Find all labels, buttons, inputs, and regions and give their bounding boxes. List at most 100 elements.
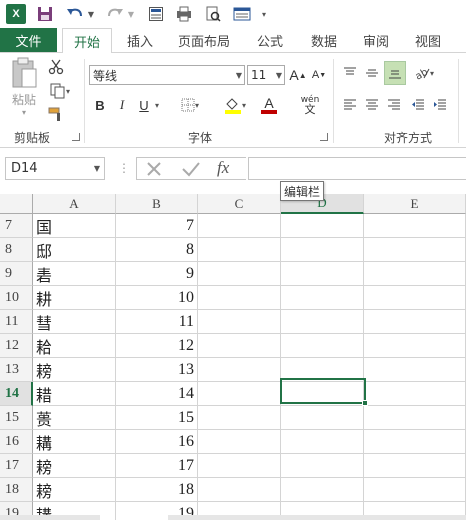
column-header-c[interactable]: C: [198, 194, 281, 214]
grid-cell[interactable]: [364, 478, 466, 502]
column-header-b[interactable]: B: [116, 194, 198, 214]
fill-handle[interactable]: [362, 400, 368, 406]
top-align-button[interactable]: [340, 63, 360, 83]
align-center-button[interactable]: [362, 95, 382, 115]
grid-cell[interactable]: [281, 406, 364, 430]
font-size-dropdown[interactable]: 11 ▼: [247, 65, 285, 85]
undo-dropdown-icon[interactable]: ▼: [86, 3, 96, 25]
italic-button[interactable]: I: [114, 95, 130, 115]
grid-cell[interactable]: 蒉: [33, 406, 116, 430]
tab-page-layout[interactable]: 页面布局: [172, 28, 236, 52]
zoom-icon[interactable]: [202, 3, 224, 25]
grid-cell[interactable]: [198, 478, 281, 502]
insert-function-button[interactable]: fx: [217, 158, 241, 180]
row-header[interactable]: 7: [0, 214, 33, 238]
active-cell-d14[interactable]: [280, 378, 366, 404]
tab-review[interactable]: 审阅: [354, 28, 398, 52]
fill-color-button[interactable]: ▾: [220, 93, 250, 117]
decrease-indent-button[interactable]: [408, 95, 428, 115]
font-launcher-icon[interactable]: [320, 133, 328, 141]
decrease-font-size-button[interactable]: A ▼: [311, 65, 327, 85]
grid-cell[interactable]: 13: [116, 358, 198, 382]
grid-cell[interactable]: [364, 382, 466, 406]
grid-cell[interactable]: [198, 334, 281, 358]
grid-cell[interactable]: 10: [116, 286, 198, 310]
row-header[interactable]: 16: [0, 430, 33, 454]
tab-data[interactable]: 数据: [302, 28, 346, 52]
paste-button[interactable]: 粘贴 ▾: [6, 57, 42, 117]
orientation-button[interactable]: ab ▾: [410, 63, 438, 83]
column-header-a[interactable]: A: [33, 194, 116, 214]
grid-cell[interactable]: 彗: [33, 310, 116, 334]
grid-cell[interactable]: 16: [116, 430, 198, 454]
name-box[interactable]: D14 ▼: [5, 157, 105, 180]
row-header[interactable]: 8: [0, 238, 33, 262]
grid-cell[interactable]: 耤: [33, 382, 116, 406]
grid-cell[interactable]: 12: [116, 334, 198, 358]
row-header[interactable]: 11: [0, 310, 33, 334]
grid-cell[interactable]: 砉: [33, 262, 116, 286]
tab-home[interactable]: 开始: [62, 28, 112, 53]
grid-cell[interactable]: 国: [33, 214, 116, 238]
borders-button[interactable]: ▾: [176, 95, 204, 115]
grid-cell[interactable]: [281, 454, 364, 478]
cut-icon[interactable]: [46, 57, 66, 77]
print-preview-icon[interactable]: [173, 3, 195, 25]
underline-dropdown-icon[interactable]: ▾: [152, 95, 162, 115]
grid-cell[interactable]: [281, 310, 364, 334]
grid-cell[interactable]: [364, 214, 466, 238]
form-icon[interactable]: [145, 3, 167, 25]
grid-cell[interactable]: [198, 214, 281, 238]
formula-input[interactable]: [248, 157, 466, 180]
phonetic-guide-button[interactable]: wén 文: [298, 93, 322, 117]
row-header[interactable]: 10: [0, 286, 33, 310]
clipboard-launcher-icon[interactable]: [72, 133, 80, 141]
grid-cell[interactable]: [281, 478, 364, 502]
enter-icon[interactable]: [181, 160, 201, 178]
formula-bar-splitter-icon[interactable]: ⋮: [118, 162, 130, 176]
horizontal-scrollbar[interactable]: [168, 515, 466, 520]
tab-formulas[interactable]: 公式: [248, 28, 292, 52]
align-left-button[interactable]: [340, 95, 360, 115]
cancel-icon[interactable]: [145, 160, 165, 178]
row-header[interactable]: 13: [0, 358, 33, 382]
grid-cell[interactable]: [364, 334, 466, 358]
row-header[interactable]: 12: [0, 334, 33, 358]
underline-button[interactable]: U: [136, 95, 152, 115]
grid-cell[interactable]: [198, 262, 281, 286]
grid-cell[interactable]: [281, 430, 364, 454]
copy-icon[interactable]: ▾: [46, 81, 74, 101]
grid-cell[interactable]: [364, 286, 466, 310]
grid-cell[interactable]: 耪: [33, 358, 116, 382]
grid-cell[interactable]: [198, 406, 281, 430]
grid-cell[interactable]: 耪: [33, 454, 116, 478]
grid-cell[interactable]: [281, 238, 364, 262]
customize-qat-icon[interactable]: ▾: [258, 3, 270, 25]
align-right-button[interactable]: [384, 95, 404, 115]
grid-cell[interactable]: [364, 262, 466, 286]
grid-cell[interactable]: [364, 430, 466, 454]
increase-font-size-button[interactable]: A ▲: [289, 65, 306, 85]
grid-cell[interactable]: [198, 430, 281, 454]
undo-icon[interactable]: [64, 3, 86, 25]
bottom-align-button[interactable]: [384, 61, 406, 85]
tab-insert[interactable]: 插入: [118, 28, 162, 52]
font-name-dropdown[interactable]: 等线 ▼: [89, 65, 245, 85]
grid-cell[interactable]: 耩: [33, 430, 116, 454]
grid-cell[interactable]: 邸: [33, 238, 116, 262]
grid-cell[interactable]: [198, 382, 281, 406]
row-header[interactable]: 17: [0, 454, 33, 478]
tab-view[interactable]: 视图: [406, 28, 450, 52]
grid-cell[interactable]: [198, 238, 281, 262]
grid-cell[interactable]: [198, 310, 281, 334]
grid-cell[interactable]: [198, 358, 281, 382]
row-header[interactable]: 18: [0, 478, 33, 502]
grid-cell[interactable]: [364, 454, 466, 478]
grid-cell[interactable]: [281, 214, 364, 238]
row-header[interactable]: 9: [0, 262, 33, 286]
grid-cell[interactable]: [281, 262, 364, 286]
grid-cell[interactable]: 17: [116, 454, 198, 478]
redo-icon[interactable]: [104, 3, 126, 25]
middle-align-button[interactable]: [362, 63, 382, 83]
save-icon[interactable]: [34, 3, 56, 25]
